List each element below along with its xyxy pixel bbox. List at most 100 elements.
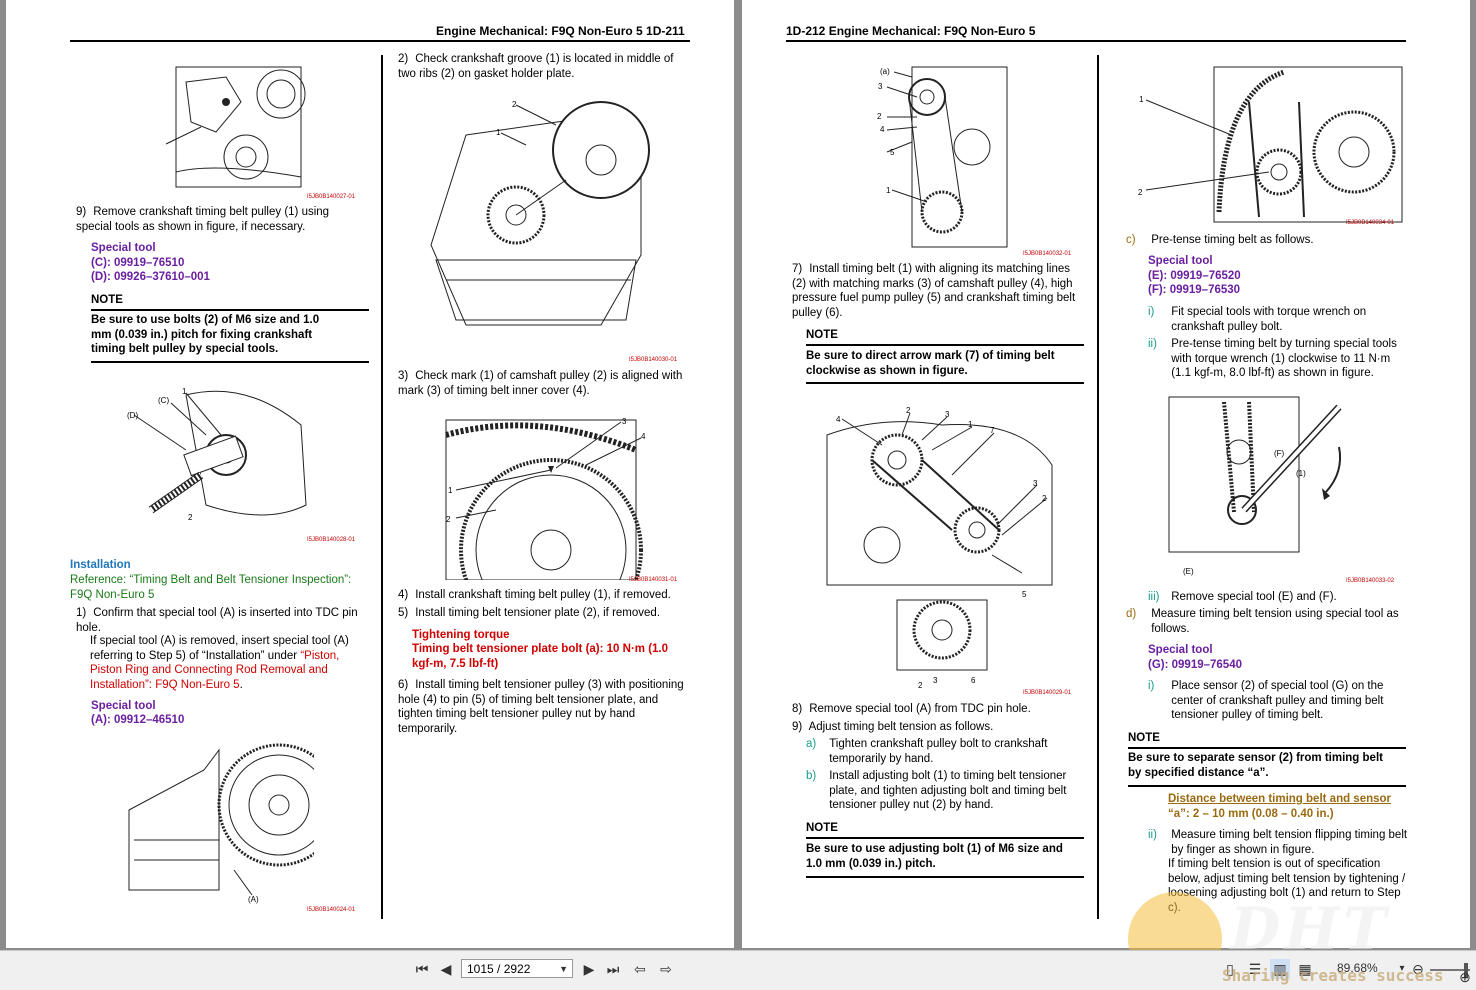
step-8: 8) Remove special tool (A) from TDC pin …: [792, 702, 1082, 717]
substep-b: b) Install adjusting bolt (1) to timing …: [806, 769, 1082, 813]
first-page-button[interactable]: ⏮: [412, 959, 432, 979]
figure-crank-pulley-removal: 1: [156, 62, 306, 192]
step-text: Remove special tool (A) from TDC pin hol…: [809, 703, 1031, 715]
note-rule-bottom: [806, 876, 1084, 878]
note-label: NOTE: [91, 294, 123, 306]
figure-torque-wrench: (F) (1) (E): [1164, 392, 1354, 577]
step-text: Install crankshaft timing belt pulley (1…: [415, 589, 671, 601]
step-number: 5): [398, 607, 409, 619]
step-number: 8): [792, 703, 803, 715]
go-forward-icon[interactable]: ⇨: [656, 959, 676, 979]
special-tool-d: (D): 09926–37610–001: [91, 271, 210, 283]
note-label: NOTE: [806, 822, 838, 834]
note-text: Be sure to use adjusting bolt (1) of M6 …: [806, 843, 1063, 870]
substep-i: i) Fit special tools with torque wrench …: [1148, 305, 1410, 334]
svg-text:2: 2: [906, 406, 911, 415]
svg-text:4: 4: [880, 125, 885, 134]
substep-d: d) Measure timing belt tension using spe…: [1126, 607, 1416, 636]
step-number: 2): [398, 53, 409, 65]
svg-text:7: 7: [990, 426, 995, 435]
note-rule-bottom: [91, 361, 369, 363]
substep-letter: c): [1126, 234, 1136, 246]
svg-text:1: 1: [448, 486, 453, 495]
go-back-icon[interactable]: ⇦: [630, 959, 650, 979]
right-page: 1D-212 Engine Mechanical: F9Q Non-Euro 5…: [742, 0, 1470, 948]
svg-text:6: 6: [971, 676, 976, 685]
svg-text:3: 3: [933, 676, 938, 685]
substep-roman: i): [1148, 306, 1155, 318]
step-2: 2) Check crankshaft groove (1) is locate…: [398, 52, 690, 81]
figure-caption: I5JB0B140031-01: [629, 577, 678, 583]
substep-text: Measure timing belt tension flipping tim…: [1171, 829, 1408, 856]
step-5: 5) Install timing belt tensioner plate (…: [398, 606, 690, 621]
figure-caption: I5JB0B140028-01: [307, 537, 356, 543]
note-rule-top: [806, 837, 1084, 839]
figure-camshaft-mark: 1 2 3 4: [436, 410, 646, 580]
substep-roman: iii): [1148, 591, 1160, 603]
watermark-subtitle: Sharing creates success: [1222, 966, 1444, 985]
substep-text: Tighten crankshaft pulley bolt to cranks…: [829, 738, 1048, 765]
install-step-1: 1) Confirm that special tool (A) is inse…: [76, 606, 366, 635]
note-rule-top: [91, 309, 369, 311]
svg-text:3: 3: [1033, 479, 1038, 488]
distance-spec-label: Distance between timing belt and sensor: [1168, 793, 1392, 805]
step-number: 7): [792, 263, 803, 275]
svg-text:1: 1: [1139, 95, 1144, 104]
figure-caption: I5JB0B140034-01: [1346, 220, 1395, 226]
note-text: Be sure to separate sensor (2) from timi…: [1128, 752, 1383, 779]
header-rule: [786, 40, 1406, 42]
substep-letter: a): [806, 738, 817, 750]
substep-text: Pre-tense timing belt as follows.: [1151, 234, 1314, 246]
figure-timing-belt-install: (a) 3 2 4 5 1: [872, 62, 1012, 252]
step-6: 6) Install timing belt tensioner pulley …: [398, 678, 690, 736]
installation-heading: Installation: [70, 559, 131, 571]
step-9: 9) Adjust timing belt tension as follows…: [792, 720, 1082, 735]
special-tool-label: Special tool: [1148, 255, 1213, 267]
svg-text:1: 1: [886, 186, 891, 195]
step-text: Check crankshaft groove (1) is located i…: [398, 53, 674, 80]
substep-roman: ii): [1148, 829, 1157, 841]
column-divider: [1097, 55, 1099, 919]
svg-text:3: 3: [945, 410, 950, 419]
note-label: NOTE: [806, 329, 838, 341]
substep-letter: d): [1126, 608, 1137, 620]
step-number: 4): [398, 589, 409, 601]
svg-text:1: 1: [496, 128, 501, 137]
figure-pretension-tools: 1 2: [1134, 62, 1404, 227]
step-9: 9) Remove crankshaft timing belt pulley …: [76, 205, 366, 234]
substep-iii: iii) Remove special tool (E) and (F).: [1148, 590, 1410, 605]
page-number-input[interactable]: 1015 / 2922 ▼: [461, 959, 573, 978]
substep-d-ii: ii) Measure timing belt tension flipping…: [1148, 828, 1410, 857]
figure-caption: I5JB0B140024-01: [307, 907, 356, 913]
step-7: 7) Install timing belt (1) with aligning…: [792, 262, 1082, 320]
step-text: Remove crankshaft timing belt pulley (1)…: [76, 206, 330, 233]
figure-caption: I5JB0B140027-01: [307, 194, 356, 200]
page-header: Engine Mechanical: F9Q Non-Euro 5 1D-211: [436, 24, 685, 38]
page-header: 1D-212 Engine Mechanical: F9Q Non-Euro 5: [786, 24, 1036, 38]
zoom-in-icon[interactable]: ⊕: [1455, 967, 1475, 987]
step-number: 6): [398, 679, 409, 691]
next-page-button[interactable]: ▶: [579, 959, 599, 979]
torque-label: Tightening torque: [412, 629, 510, 641]
previous-page-button[interactable]: ◀: [436, 959, 456, 979]
special-tool-label: Special tool: [91, 242, 156, 254]
svg-text:4: 4: [641, 432, 646, 441]
svg-text:2: 2: [918, 681, 923, 690]
special-tool-e: (E): 09919–76520: [1148, 270, 1241, 282]
figure-timing-belt-routing: 4 2 3 1 7 3 2 5 2 3 6: [822, 405, 1062, 690]
substep-d-i: i) Place sensor (2) of special tool (G) …: [1148, 679, 1410, 723]
substep-text: Fit special tools with torque wrench on …: [1171, 306, 1367, 333]
chevron-down-icon[interactable]: ▼: [559, 960, 568, 979]
svg-text:2: 2: [446, 515, 451, 524]
svg-text:2: 2: [512, 100, 517, 109]
figure-crankshaft-groove: 2 1: [426, 95, 656, 345]
last-page-button[interactable]: ⏭: [603, 959, 623, 979]
step-3: 3) Check mark (1) of camshaft pulley (2)…: [398, 369, 690, 398]
figure-caption: I5JB0B140032-01: [1023, 251, 1072, 257]
svg-text:1: 1: [156, 143, 157, 152]
substep-c: c) Pre-tense timing belt as follows.: [1126, 233, 1416, 248]
special-tool-label: Special tool: [1148, 644, 1213, 656]
svg-text:(1): (1): [1296, 469, 1306, 478]
note-rule-top: [1128, 747, 1406, 749]
step-number: 1): [76, 607, 87, 619]
